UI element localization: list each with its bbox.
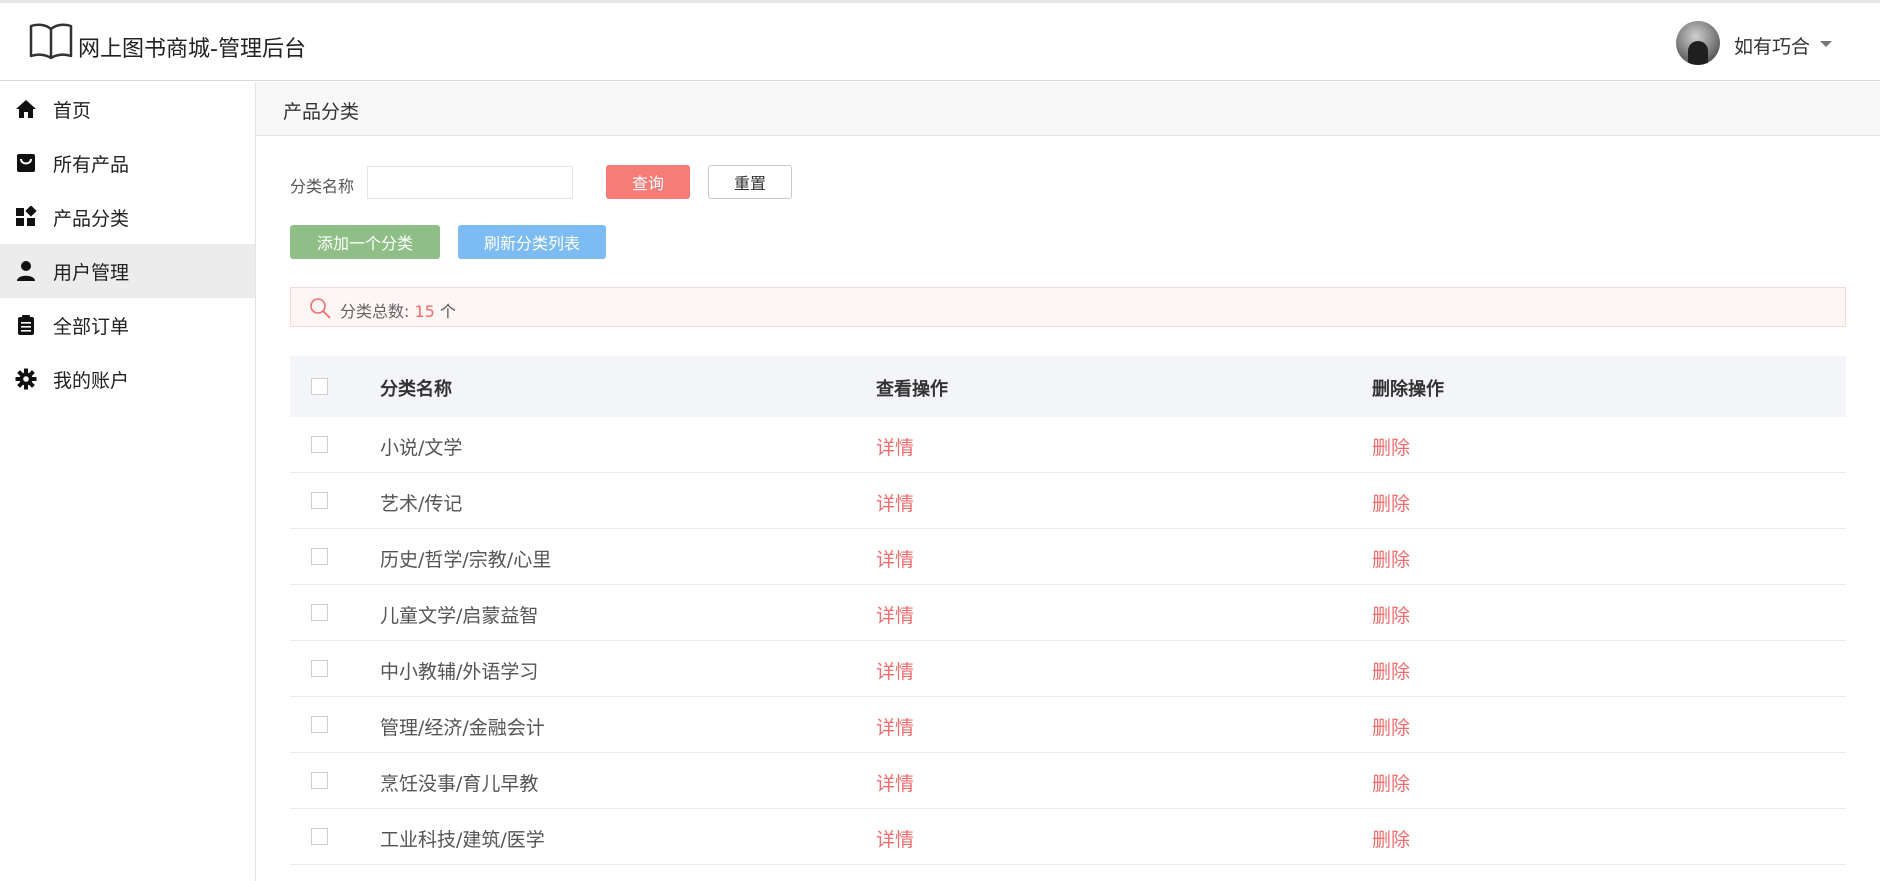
sidebar-item-products[interactable]: 所有产品 xyxy=(0,136,255,190)
user-name[interactable]: 如有巧合 xyxy=(1734,32,1810,59)
sidebar-item-account[interactable]: 我的账户 xyxy=(0,352,255,406)
count-label: 分类总数: xyxy=(340,302,415,321)
category-name: 历史/哲学/宗教/心里 xyxy=(380,549,552,571)
delete-link[interactable]: 删除 xyxy=(1372,433,1410,460)
category-name: 艺术/传记 xyxy=(380,493,463,515)
avatar[interactable] xyxy=(1676,21,1720,65)
row-checkbox[interactable] xyxy=(311,492,328,509)
table-row: 儿童文学/启蒙益智 详情 删除 xyxy=(290,585,1846,641)
row-checkbox[interactable] xyxy=(311,828,328,845)
row-checkbox[interactable] xyxy=(311,660,328,677)
delete-link[interactable]: 删除 xyxy=(1372,657,1410,684)
gear-icon xyxy=(14,367,38,391)
sidebar-item-orders[interactable]: 全部订单 xyxy=(0,298,255,352)
header: 网上图书商城-管理后台 如有巧合 xyxy=(0,3,1880,81)
search-icon xyxy=(310,298,331,319)
delete-link[interactable]: 删除 xyxy=(1372,601,1410,628)
delete-link[interactable]: 删除 xyxy=(1372,713,1410,740)
breadcrumb: 产品分类 xyxy=(256,82,1880,136)
category-name: 小说/文学 xyxy=(380,437,463,459)
table-row: 中小教辅/外语学习 详情 删除 xyxy=(290,641,1846,697)
select-all-checkbox[interactable] xyxy=(311,378,328,395)
count-value: 15 xyxy=(414,302,435,321)
sidebar-item-label: 全部订单 xyxy=(53,315,130,338)
row-checkbox[interactable] xyxy=(311,604,328,621)
table-row: 历史/哲学/宗教/心里 详情 删除 xyxy=(290,529,1846,585)
column-header-name: 分类名称 xyxy=(380,379,452,400)
category-name-input[interactable] xyxy=(367,166,573,199)
row-checkbox[interactable] xyxy=(311,772,328,789)
table-row: 艺术/传记 详情 删除 xyxy=(290,473,1846,529)
delete-link[interactable]: 删除 xyxy=(1372,769,1410,796)
table-row: 烹饪没事/育儿早教 详情 删除 xyxy=(290,753,1846,809)
row-checkbox[interactable] xyxy=(311,716,328,733)
category-name: 管理/经济/金融会计 xyxy=(380,717,545,739)
column-header-delete: 删除操作 xyxy=(1372,379,1444,400)
category-name: 中小教辅/外语学习 xyxy=(380,661,539,683)
sidebar-item-label: 产品分类 xyxy=(53,207,130,230)
sidebar-item-label: 首页 xyxy=(53,99,92,122)
widgets-icon xyxy=(14,205,38,229)
user-icon xyxy=(14,259,38,283)
clipboard-icon xyxy=(14,313,38,337)
category-name: 工业科技/建筑/医学 xyxy=(380,829,545,851)
category-name: 儿童文学/启蒙益智 xyxy=(380,605,539,627)
home-icon xyxy=(14,97,38,121)
column-header-view: 查看操作 xyxy=(876,379,948,400)
query-button[interactable]: 查询 xyxy=(606,165,690,199)
sidebar-item-home[interactable]: 首页 xyxy=(0,82,255,136)
table-row: 管理/经济/金融会计 详情 删除 xyxy=(290,697,1846,753)
detail-link[interactable]: 详情 xyxy=(876,769,914,796)
sidebar-item-categories[interactable]: 产品分类 xyxy=(0,190,255,244)
table-row: 小说/文学 详情 删除 xyxy=(290,417,1846,473)
sidebar-item-users[interactable]: 用户管理 xyxy=(0,244,255,298)
main-content: 产品分类 分类名称 查询 重置 添加一个分类 刷新分类列表 分类总数: 15 个… xyxy=(256,82,1880,881)
breadcrumb-current: 产品分类 xyxy=(283,101,360,123)
count-unit: 个 xyxy=(434,302,456,321)
detail-link[interactable]: 详情 xyxy=(876,825,914,852)
row-checkbox[interactable] xyxy=(311,548,328,565)
app-title: 网上图书商城-管理后台 xyxy=(78,37,306,62)
delete-link[interactable]: 删除 xyxy=(1372,825,1410,852)
sidebar-item-label: 所有产品 xyxy=(53,153,130,176)
refresh-list-button[interactable]: 刷新分类列表 xyxy=(458,225,606,259)
caret-down-icon[interactable] xyxy=(1820,41,1832,47)
delete-link[interactable]: 删除 xyxy=(1372,489,1410,516)
detail-link[interactable]: 详情 xyxy=(876,489,914,516)
category-name: 烹饪没事/育儿早教 xyxy=(380,773,539,795)
open-book-icon xyxy=(29,23,73,60)
detail-link[interactable]: 详情 xyxy=(876,545,914,572)
delete-link[interactable]: 删除 xyxy=(1372,545,1410,572)
sidebar-item-label: 我的账户 xyxy=(53,369,130,392)
category-count-bar: 分类总数: 15 个 xyxy=(290,287,1846,327)
row-checkbox[interactable] xyxy=(311,436,328,453)
table-header: 分类名称 查看操作 删除操作 xyxy=(290,356,1846,417)
filter-label: 分类名称 xyxy=(290,177,355,196)
add-category-button[interactable]: 添加一个分类 xyxy=(290,225,440,259)
reset-button[interactable]: 重置 xyxy=(708,165,792,199)
sidebar-item-label: 用户管理 xyxy=(53,261,130,284)
detail-link[interactable]: 详情 xyxy=(876,713,914,740)
category-count-text: 分类总数: 15 个 xyxy=(340,298,456,322)
table-row: 工业科技/建筑/医学 详情 删除 xyxy=(290,809,1846,865)
shopping-bag-icon xyxy=(14,151,38,175)
sidebar: 首页 所有产品 产品分类 用户管理 全部订单 我的账户 xyxy=(0,82,256,881)
detail-link[interactable]: 详情 xyxy=(876,433,914,460)
detail-link[interactable]: 详情 xyxy=(876,657,914,684)
detail-link[interactable]: 详情 xyxy=(876,601,914,628)
